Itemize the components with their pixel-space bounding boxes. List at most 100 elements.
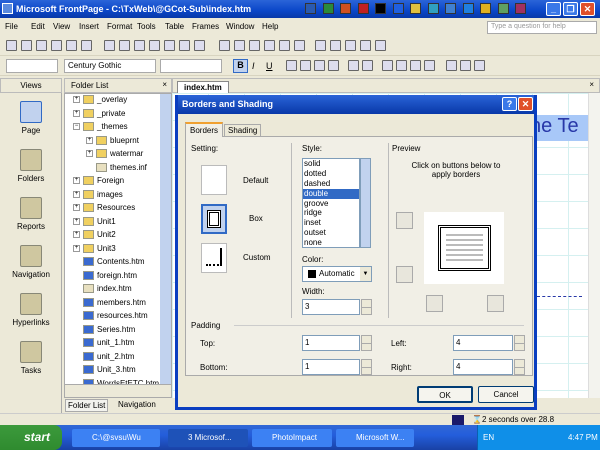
- start-button[interactable]: start: [0, 425, 62, 450]
- font-size-combo[interactable]: [160, 59, 222, 73]
- justify-icon[interactable]: [328, 60, 339, 71]
- top-border-button[interactable]: [396, 212, 413, 229]
- cut-icon[interactable]: [149, 40, 160, 51]
- restore-button[interactable]: ❐: [563, 2, 578, 16]
- numbering-icon[interactable]: [382, 60, 393, 71]
- taskbar-button[interactable]: Microsoft W...: [336, 429, 414, 447]
- editor-scrollbar[interactable]: [588, 93, 600, 398]
- style-option-dotted[interactable]: dotted: [303, 169, 359, 179]
- menu-frames[interactable]: Frames: [192, 22, 219, 31]
- tree-item-folder[interactable]: + Unit2: [73, 230, 116, 242]
- paste-icon[interactable]: [179, 40, 190, 51]
- padding-right-input[interactable]: 4: [453, 359, 513, 375]
- font-combo[interactable]: Century Gothic: [64, 59, 156, 73]
- publish-icon[interactable]: [51, 40, 62, 51]
- office-shortcut-icon[interactable]: [357, 3, 369, 14]
- style-option-groove[interactable]: groove: [303, 199, 359, 209]
- help-icon[interactable]: [375, 40, 386, 51]
- taskbar-button[interactable]: 3 Microsof...: [168, 429, 248, 447]
- format-painter-icon[interactable]: [194, 40, 205, 51]
- expand-toggle-icon[interactable]: −: [73, 123, 80, 131]
- expand-toggle-icon[interactable]: +: [86, 136, 93, 144]
- width-spinner[interactable]: [361, 299, 372, 315]
- dialog-close-button[interactable]: ✕: [518, 97, 533, 111]
- highlight-icon[interactable]: [460, 60, 471, 71]
- new-page-icon[interactable]: [6, 40, 17, 51]
- menu-table[interactable]: Table: [165, 22, 184, 31]
- tree-item-folder[interactable]: + _private: [73, 109, 125, 121]
- office-shortcut-icon[interactable]: [375, 3, 386, 14]
- expand-toggle-icon[interactable]: +: [73, 177, 80, 185]
- tree-item-file[interactable]: themes.inf: [86, 163, 147, 175]
- office-shortcut-icon[interactable]: [427, 3, 439, 14]
- padding-right-spinner[interactable]: [514, 359, 525, 375]
- view-hyperlinks[interactable]: Hyperlinks: [0, 293, 62, 327]
- style-listbox[interactable]: solid dotted dashed double groove ridge inset o…: [302, 158, 360, 248]
- preview-pages-icon[interactable]: [66, 40, 77, 51]
- office-shortcut-icon[interactable]: [322, 3, 334, 14]
- style-option-none[interactable]: none: [303, 238, 359, 247]
- close-editor-icon[interactable]: ×: [589, 80, 594, 89]
- expand-toggle-icon[interactable]: +: [73, 244, 80, 252]
- language-indicator[interactable]: EN: [483, 433, 494, 442]
- cancel-button[interactable]: Cancel: [478, 386, 534, 403]
- folder-list-scrollbar[interactable]: [160, 94, 171, 384]
- center-icon[interactable]: [300, 60, 311, 71]
- view-folders[interactable]: Folders: [0, 149, 62, 183]
- padding-left-input[interactable]: 4: [453, 335, 513, 351]
- style-option-solid[interactable]: solid: [303, 159, 359, 169]
- print-preview-icon[interactable]: [119, 40, 130, 51]
- tree-item-page-edit[interactable]: index.htm: [73, 284, 132, 296]
- stop-icon[interactable]: [345, 40, 356, 51]
- underline-button[interactable]: U: [266, 61, 273, 71]
- style-option-ridge[interactable]: ridge: [303, 208, 359, 218]
- setting-custom-label[interactable]: Custom: [243, 253, 271, 262]
- style-list-scrollbar[interactable]: [360, 158, 371, 248]
- style-option-inset[interactable]: inset: [303, 218, 359, 228]
- bottom-border-button[interactable]: [396, 266, 413, 283]
- view-navigation[interactable]: Navigation: [0, 245, 62, 279]
- padding-left-spinner[interactable]: [514, 335, 525, 351]
- tree-item-page[interactable]: unit_1.htm: [73, 338, 134, 350]
- style-option-dashed[interactable]: dashed: [303, 179, 359, 189]
- increase-font-icon[interactable]: [348, 60, 359, 71]
- tab-borders[interactable]: Borders: [185, 122, 224, 137]
- italic-button[interactable]: I: [252, 61, 255, 71]
- expand-toggle-icon[interactable]: +: [73, 190, 80, 198]
- office-shortcut-icon[interactable]: [462, 3, 474, 14]
- menu-tools[interactable]: Tools: [137, 22, 156, 31]
- tab-folder-list[interactable]: Folder List: [65, 399, 109, 412]
- tab-navigation[interactable]: Navigation: [118, 400, 156, 409]
- tree-item-folder[interactable]: + Foreign: [73, 176, 124, 188]
- tree-item-folder[interactable]: + images: [73, 190, 123, 202]
- tree-item-page[interactable]: unit_2.htm: [73, 352, 134, 364]
- tab-shading[interactable]: Shading: [224, 124, 262, 137]
- expand-toggle-icon[interactable]: +: [73, 217, 80, 225]
- menu-help[interactable]: Help: [262, 22, 278, 31]
- tree-item-page[interactable]: foreign.htm: [73, 271, 137, 283]
- setting-box-icon[interactable]: [201, 204, 227, 234]
- spelling-icon[interactable]: [134, 40, 145, 51]
- menu-view[interactable]: View: [53, 22, 70, 31]
- color-dropdown[interactable]: Automatic ▼: [302, 266, 372, 282]
- expand-toggle-icon[interactable]: +: [73, 204, 80, 212]
- taskbar-button[interactable]: PhotoImpact: [252, 429, 332, 447]
- taskbar-button[interactable]: C:\@svsu\Wu: [72, 429, 160, 447]
- menu-window[interactable]: Window: [226, 22, 254, 31]
- refresh-icon[interactable]: [330, 40, 341, 51]
- ok-button[interactable]: OK: [417, 386, 473, 403]
- open-icon[interactable]: [21, 40, 32, 51]
- print-icon[interactable]: [104, 40, 115, 51]
- office-shortcut-icon[interactable]: [410, 3, 421, 14]
- redo-icon[interactable]: [234, 40, 245, 51]
- tree-item-page[interactable]: Series.htm: [73, 325, 135, 337]
- save-icon[interactable]: [36, 40, 47, 51]
- menu-format[interactable]: Format: [107, 22, 132, 31]
- office-shortcut-icon[interactable]: [305, 3, 316, 14]
- office-shortcut-icon[interactable]: [340, 3, 351, 14]
- tree-item-folder[interactable]: + _overlay: [73, 95, 127, 107]
- view-page[interactable]: Page: [0, 101, 62, 135]
- font-color-icon[interactable]: [474, 60, 485, 71]
- expand-toggle-icon[interactable]: +: [73, 231, 80, 239]
- copy-icon[interactable]: [164, 40, 175, 51]
